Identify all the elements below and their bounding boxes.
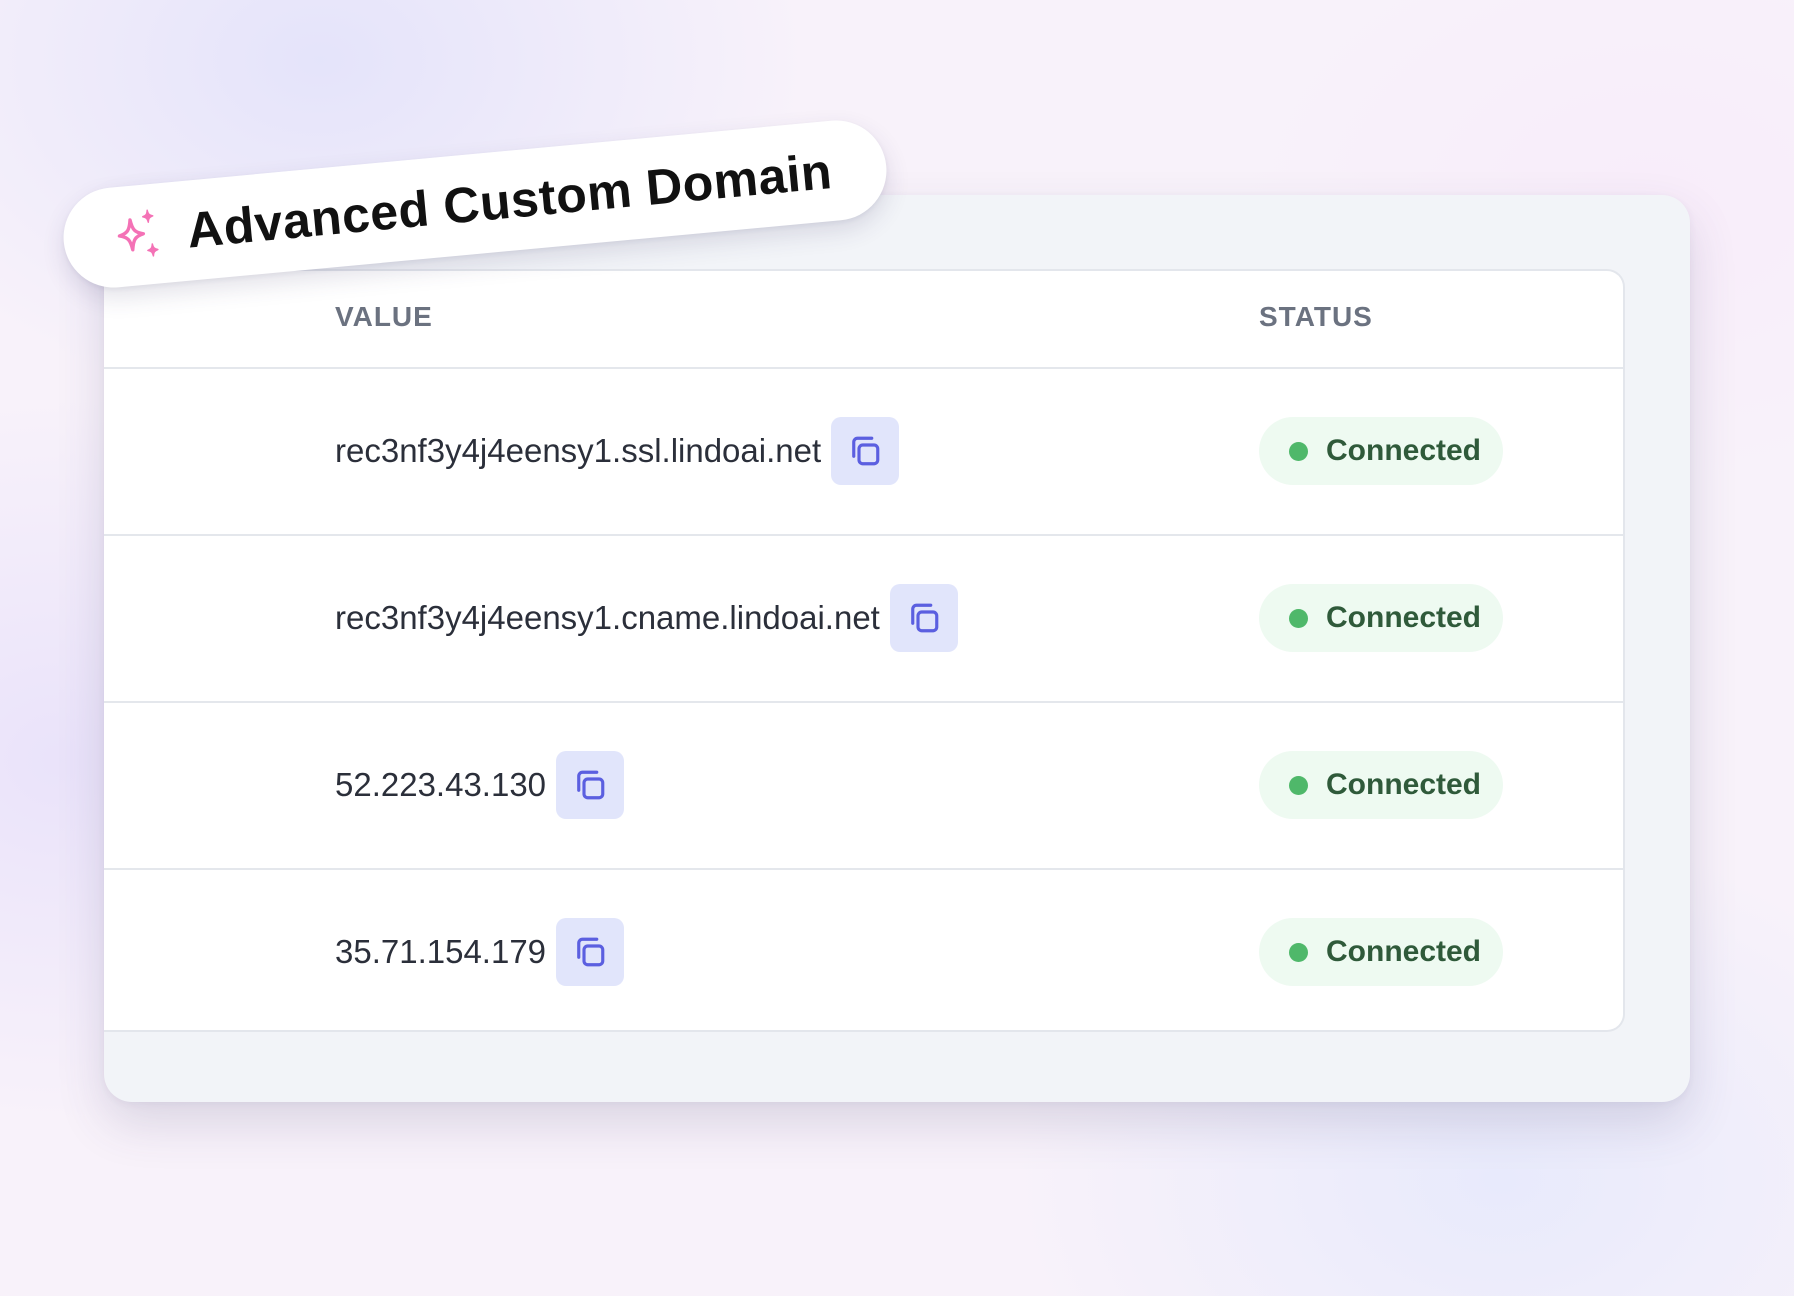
status-dot	[1289, 441, 1308, 461]
column-header-status: STATUS	[1259, 301, 1373, 332]
value-cell: 35.71.154.179	[335, 918, 625, 986]
dns-records-table: VALUE STATUS rec3nf3y4j4eensy1.ssl.lindo…	[104, 269, 1625, 1032]
status-dot	[1289, 775, 1308, 795]
status-label: Connected	[1326, 434, 1482, 467]
status-badge: Connected	[1259, 584, 1503, 652]
status-badge: Connected	[1259, 918, 1503, 986]
status-badge: Connected	[1259, 751, 1503, 819]
copy-button[interactable]	[556, 751, 625, 819]
record-value: rec3nf3y4j4eensy1.ssl.lindoai.net	[335, 432, 822, 469]
copy-button[interactable]	[556, 918, 625, 986]
copy-button[interactable]	[889, 584, 958, 652]
status-dot	[1289, 942, 1308, 962]
table-row: rec3nf3y4j4eensy1.ssl.lindoai.net Connec…	[104, 369, 1623, 536]
status-dot	[1289, 608, 1308, 628]
copy-icon	[577, 937, 605, 967]
value-cell: rec3nf3y4j4eensy1.cname.lindoai.net	[335, 584, 958, 652]
record-value: 35.71.154.179	[335, 933, 547, 970]
copy-icon	[911, 603, 939, 633]
table-row: rec3nf3y4j4eensy1.cname.lindoai.net Conn…	[104, 536, 1623, 703]
sparkles-icon	[117, 209, 159, 257]
record-value: rec3nf3y4j4eensy1.cname.lindoai.net	[335, 599, 880, 636]
record-value: 52.223.43.130	[335, 766, 547, 803]
status-badge: Connected	[1259, 417, 1503, 485]
table-row: 52.223.43.130 Connected	[104, 703, 1623, 870]
column-header-value: VALUE	[335, 301, 433, 332]
value-cell: 52.223.43.130	[335, 751, 625, 819]
table-header: VALUE STATUS	[104, 271, 1623, 369]
copy-button[interactable]	[831, 417, 900, 485]
copy-icon	[577, 770, 605, 800]
value-cell: rec3nf3y4j4eensy1.ssl.lindoai.net	[335, 417, 900, 485]
status-label: Connected	[1326, 601, 1482, 634]
table-row: 35.71.154.179 Connected	[104, 870, 1623, 1030]
status-label: Connected	[1326, 935, 1482, 968]
status-label: Connected	[1326, 768, 1482, 801]
copy-icon	[852, 436, 880, 466]
dns-records-card: VALUE STATUS rec3nf3y4j4eensy1.ssl.lindo…	[104, 195, 1690, 1102]
